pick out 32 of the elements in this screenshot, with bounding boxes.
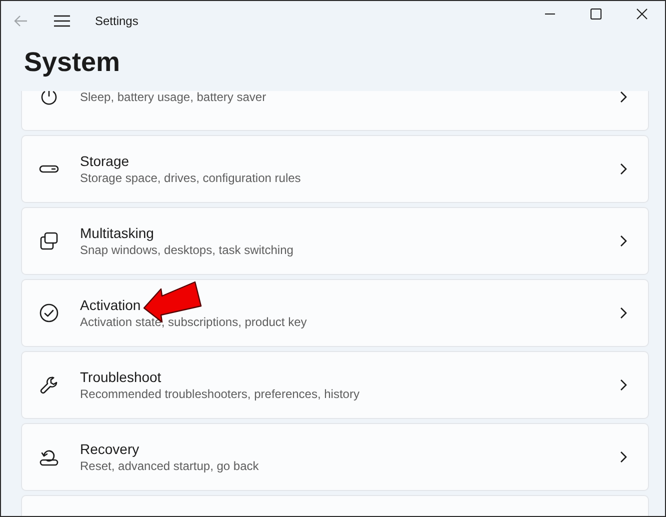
maximize-icon[interactable] [590,8,602,20]
item-title: Troubleshoot [80,369,162,385]
item-title: Storage [80,153,130,169]
chevron-right-icon [618,234,628,248]
chevron-right-icon [618,306,628,320]
settings-item[interactable]: Storage Storage space, drives, configuration rules [21,135,649,203]
chevron-right-icon [618,378,628,392]
overlapping-windows-icon [39,231,59,251]
settings-item[interactable]: Multitasking Snap windows, desktops, task switching [21,207,649,275]
settings-item[interactable]: Recovery Reset, advanced startup, go back [21,423,649,491]
wrench-icon [39,375,59,395]
chevron-right-icon [618,91,628,104]
window-title: Settings [95,14,138,28]
item-title: Multitasking [80,225,155,241]
item-description: Recommended troubleshooters, preferences, history [80,387,360,401]
menu-icon[interactable] [53,14,71,28]
item-description: Activation state, subscriptions, product key [80,315,307,329]
settings-item[interactable]: Sleep, battery usage, battery saver [21,91,649,131]
close-icon[interactable] [636,8,648,20]
settings-item[interactable]: Troubleshoot Recommended troubleshooters, preferences, history [21,351,649,419]
item-title: Recovery [80,441,140,457]
item-description: Storage space, drives, configuration rules [80,171,301,185]
item-description: Reset, advanced startup, go back [80,459,259,473]
chevron-right-icon [618,162,628,176]
page-title: System [24,47,122,79]
item-description: Sleep, battery usage, battery saver [80,91,266,104]
item-title: Activation [80,297,142,313]
power-icon [39,91,59,107]
settings-item[interactable]: Activation Activation state, subscriptions, product key [21,279,649,347]
item-description: Snap windows, desktops, task switching [80,243,294,257]
check-circle-icon [39,303,59,323]
chevron-right-icon [618,450,628,464]
